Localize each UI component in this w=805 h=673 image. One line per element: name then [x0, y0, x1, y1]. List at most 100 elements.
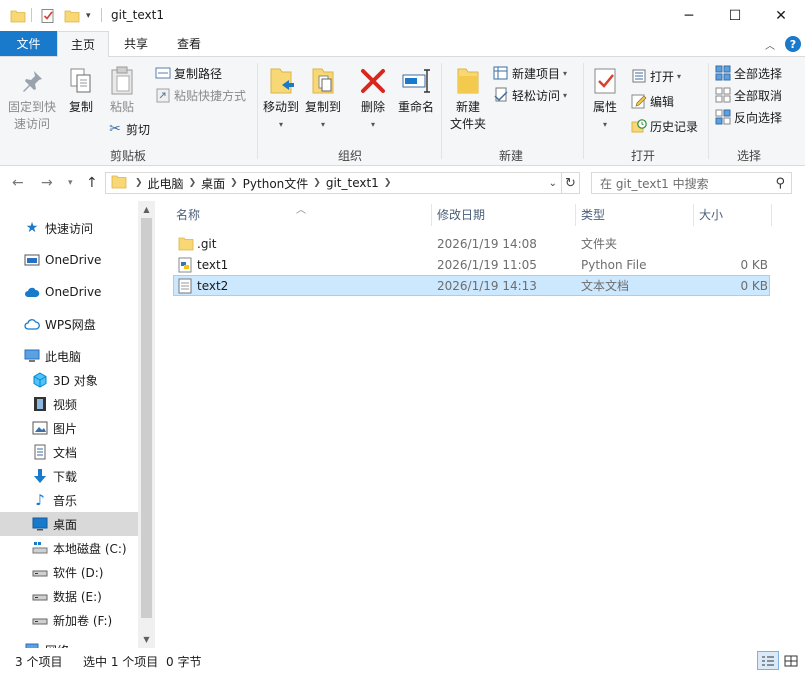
up-arrow-icon[interactable]: ↑ [86, 175, 98, 191]
folder-icon [10, 7, 26, 25]
select-all-icon [715, 65, 731, 81]
new-item-button[interactable]: 新建项目 ▾ [493, 63, 567, 83]
delete-button[interactable]: 删除 ▾ [356, 65, 390, 133]
address-dropdown-icon[interactable]: ⌄ [549, 178, 557, 189]
nav-disk-d[interactable]: 软件 (D:) [0, 560, 138, 584]
easy-access-button[interactable]: 轻松访问 ▾ [493, 85, 567, 105]
properties-quick-icon[interactable] [40, 7, 56, 25]
recent-locations-icon[interactable]: ▾ [68, 178, 73, 188]
breadcrumb-python[interactable]: Python文件 [243, 175, 309, 192]
nav-wps[interactable]: WPS网盘 [0, 312, 138, 336]
tab-view[interactable]: 查看 [164, 31, 214, 56]
breadcrumb-desktop[interactable]: 桌面 [201, 175, 225, 192]
scrollbar-thumb[interactable] [141, 218, 152, 618]
navigation-scrollbar[interactable]: ▲ ▼ [138, 201, 155, 648]
collapse-ribbon-icon[interactable]: ︿ [765, 37, 775, 52]
copy-path-button[interactable]: 复制路径 [155, 63, 222, 83]
column-header-name[interactable]: 名称 [170, 201, 431, 227]
nav-videos[interactable]: 视频 [0, 392, 138, 416]
chevron-right-icon[interactable]: ❯ [230, 178, 238, 188]
invert-selection-icon [715, 109, 731, 125]
breadcrumb-this-pc[interactable]: 此电脑 [148, 175, 184, 192]
scroll-up-icon[interactable]: ▲ [138, 201, 155, 218]
column-header-modified[interactable]: 修改日期 [431, 201, 575, 227]
maximize-icon[interactable]: ☐ [712, 0, 758, 31]
close-icon[interactable]: ✕ [758, 0, 804, 31]
file-row-git[interactable]: .git 2026/1/19 14:08 文件夹 [173, 233, 770, 254]
properties-button[interactable]: 属性 ▾ [588, 65, 622, 133]
nav-onedrive-2[interactable]: OneDrive [0, 280, 138, 304]
tab-home[interactable]: 主页 [57, 31, 109, 57]
copy-to-label: 复制到 [304, 100, 341, 114]
navigation-pane: ★ 快速访问 OneDrive OneDrive WPS网盘 此电脑 3D 对象 [0, 201, 155, 648]
nav-documents[interactable]: 文档 [0, 440, 138, 464]
nav-disk-e[interactable]: 数据 (E:) [0, 584, 138, 608]
select-none-label: 全部取消 [734, 88, 783, 103]
nav-3d-objects[interactable]: 3D 对象 [0, 368, 138, 392]
customize-quick-access-icon[interactable]: ▾ [86, 7, 91, 25]
select-all-button[interactable]: 全部选择 [715, 63, 782, 83]
invert-selection-button[interactable]: 反向选择 [715, 107, 782, 127]
history-button[interactable]: 历史记录 [631, 116, 698, 136]
column-header-size[interactable]: 大小 [693, 201, 771, 227]
onedrive-folder-icon [24, 252, 40, 268]
nav-onedrive-1[interactable]: OneDrive [0, 248, 138, 272]
copy-button[interactable]: 复制 [64, 65, 98, 116]
move-to-button[interactable]: 移动到 ▾ [262, 65, 300, 133]
copy-to-button[interactable]: 复制到 ▾ [303, 65, 343, 133]
nav-label: 文档 [53, 445, 78, 460]
search-icon[interactable]: ⚲ [775, 176, 785, 191]
tab-share[interactable]: 共享 [112, 31, 160, 56]
search-input[interactable]: 在 git_text1 中搜索 ⚲ [591, 172, 792, 194]
nav-label: 图片 [53, 421, 78, 436]
edit-button[interactable]: 编辑 [631, 91, 674, 111]
paste-shortcut-button[interactable]: 粘贴快捷方式 [155, 85, 246, 105]
help-icon[interactable]: ? [785, 36, 801, 52]
nav-label: 此电脑 [45, 349, 82, 364]
open-button[interactable]: 打开 ▾ [631, 66, 681, 86]
file-row-text2[interactable]: text2 2026/1/19 14:13 文本文档 0 KB [173, 275, 770, 296]
cut-button[interactable]: ✂ 剪切 [107, 119, 150, 139]
nav-desktop[interactable]: 桌面 [0, 512, 138, 536]
status-bar: 3 个项目 选中 1 个项目 0 字节 [0, 648, 805, 673]
select-none-button[interactable]: 全部取消 [715, 85, 782, 105]
text-file-icon [178, 275, 192, 296]
address-bar[interactable]: ❯ 此电脑 ❯ 桌面 ❯ Python文件 ❯ git_text1 ❯ ⌄ [105, 172, 562, 194]
nav-disk-f[interactable]: 新加卷 (F:) [0, 608, 138, 632]
copy-path-icon [155, 65, 171, 81]
nav-this-pc[interactable]: 此电脑 [0, 344, 138, 368]
copy-path-label: 复制路径 [174, 66, 223, 81]
minimize-icon[interactable]: ─ [666, 0, 712, 31]
music-note-icon: ♪ [35, 491, 45, 509]
nav-network[interactable]: 网络 [0, 638, 138, 648]
details-view-icon[interactable] [757, 651, 779, 670]
scroll-down-icon[interactable]: ▼ [138, 631, 155, 648]
paste-button[interactable]: 粘贴 [104, 65, 140, 116]
history-label: 历史记录 [650, 119, 699, 134]
chevron-right-icon[interactable]: ❯ [384, 178, 392, 188]
file-row-text1[interactable]: text1 2026/1/19 11:05 Python File 0 KB [173, 254, 770, 275]
nav-label: 桌面 [53, 517, 78, 532]
nav-music[interactable]: ♪ 音乐 [0, 488, 138, 512]
nav-disk-c[interactable]: 本地磁盘 (C:) [0, 536, 138, 560]
refresh-icon[interactable]: ↻ [562, 172, 580, 194]
nav-pictures[interactable]: 图片 [0, 416, 138, 440]
new-folder-button[interactable]: 新建 文件夹 [446, 65, 490, 133]
breadcrumb-git-text1[interactable]: git_text1 [326, 176, 379, 190]
back-arrow-icon[interactable]: ← [12, 175, 24, 191]
column-header-type[interactable]: 类型 [575, 201, 693, 227]
chevron-right-icon[interactable]: ❯ [189, 178, 197, 188]
new-folder-quick-icon[interactable] [64, 7, 80, 25]
nav-downloads[interactable]: 下载 [0, 464, 138, 488]
nav-quick-access[interactable]: ★ 快速访问 [0, 216, 138, 240]
chevron-right-icon[interactable]: ❯ [313, 178, 321, 188]
file-size: 0 KB [740, 257, 768, 272]
large-icons-view-icon[interactable] [780, 651, 802, 670]
properties-icon [589, 65, 621, 97]
tab-file[interactable]: 文件 [0, 31, 57, 56]
chevron-right-icon[interactable]: ❯ [135, 178, 143, 188]
rename-button[interactable]: 重命名 [396, 65, 436, 116]
status-selected-size: 0 字节 [166, 655, 202, 669]
forward-arrow-icon[interactable]: → [41, 175, 53, 191]
pin-quick-access-button[interactable]: 固定到快 速访问 [6, 65, 58, 133]
